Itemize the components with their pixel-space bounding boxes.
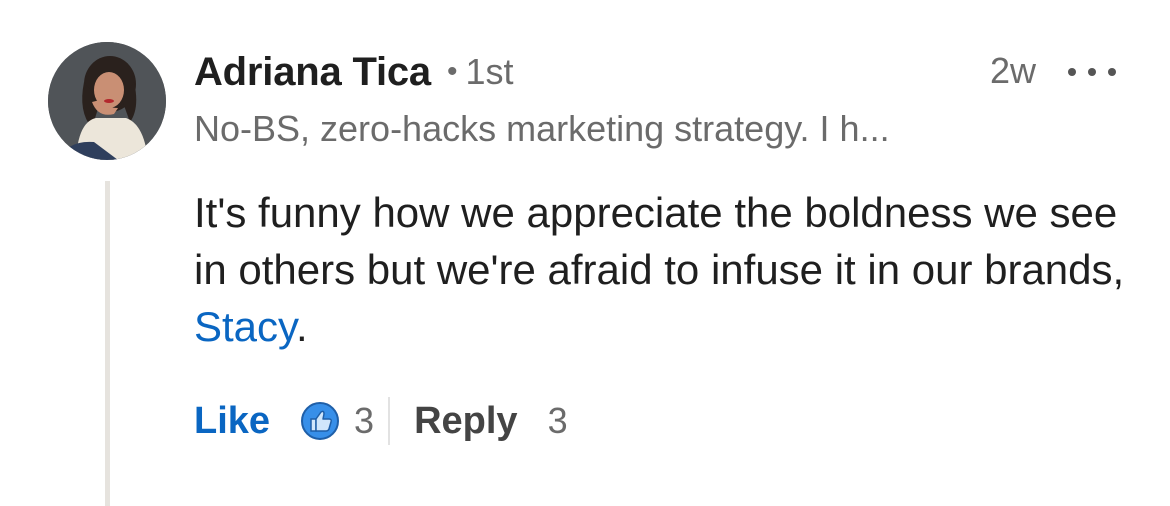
author-name[interactable]: Adriana Tica — [194, 50, 431, 95]
more-options-button[interactable] — [1068, 58, 1116, 86]
more-dot-icon — [1088, 68, 1096, 76]
action-divider — [388, 397, 391, 445]
reply-button[interactable]: Reply — [414, 400, 517, 443]
thread-line — [105, 181, 110, 506]
comment-body-end: . — [295, 303, 308, 350]
reply-count[interactable]: 3 — [548, 400, 568, 442]
like-button[interactable]: Like — [194, 400, 270, 443]
separator-dot: • — [446, 55, 458, 88]
more-dot-icon — [1108, 68, 1116, 76]
mention-link[interactable]: Stacy — [194, 303, 296, 350]
comment-card: Adriana Tica • 1st 2w No-BS, zero-hacks … — [0, 0, 1170, 506]
avatar-photo — [48, 42, 166, 160]
comment-body-text: It's funny how we appreciate the boldnes… — [194, 189, 1125, 293]
comment-header: Adriana Tica • 1st — [194, 44, 514, 100]
like-count[interactable]: 3 — [354, 400, 374, 442]
author-avatar[interactable] — [48, 42, 166, 160]
more-dot-icon — [1068, 68, 1076, 76]
comment-actions: Like 3 Reply 3 — [194, 396, 568, 446]
comment-body: It's funny how we appreciate the boldnes… — [194, 184, 1134, 355]
connection-degree: 1st — [465, 51, 514, 92]
comment-timestamp: 2w — [989, 50, 1036, 91]
thumbs-up-icon — [300, 401, 340, 441]
author-headline: No-BS, zero-hacks marketing strategy. I … — [194, 108, 890, 149]
